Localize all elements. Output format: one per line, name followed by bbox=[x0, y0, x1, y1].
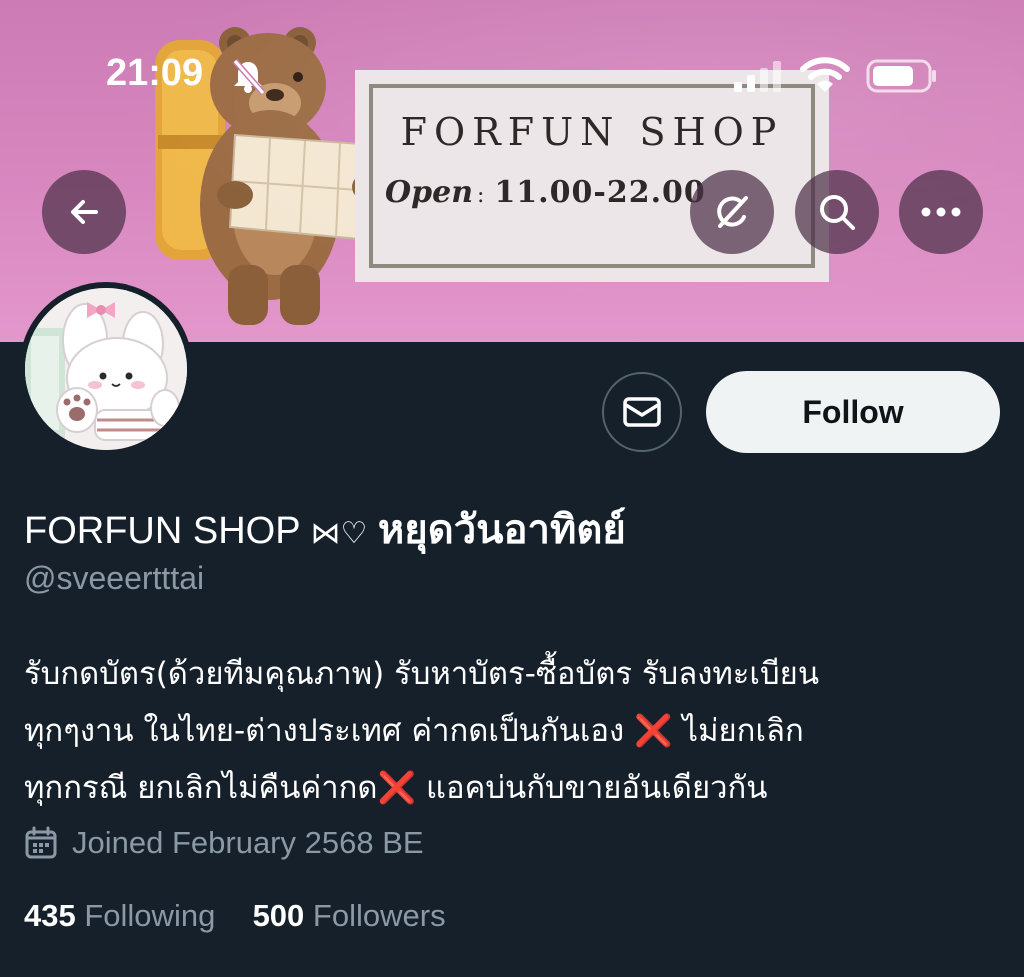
display-name: FORFUN SHOP ⋈♡ หยุดวันอาทิตย์ bbox=[24, 497, 626, 561]
arrow-left-icon bbox=[71, 200, 98, 224]
following-label: Following bbox=[84, 898, 216, 933]
follow-button[interactable]: Follow bbox=[706, 371, 1000, 453]
sign-colon: : bbox=[477, 183, 485, 208]
back-button[interactable] bbox=[42, 170, 126, 254]
shop-sign: FORFUN SHOP Open:11.00-22.00 bbox=[355, 70, 829, 282]
display-name-decor: ⋈♡ bbox=[310, 517, 368, 550]
following-count: 435 bbox=[24, 898, 76, 933]
avatar[interactable] bbox=[19, 282, 193, 456]
sign-title: FORFUN SHOP bbox=[400, 110, 784, 154]
joined-date: Joined February 2568 BE bbox=[24, 825, 424, 861]
followers-count: 500 bbox=[252, 898, 305, 933]
message-button[interactable] bbox=[602, 372, 682, 452]
grok-button[interactable] bbox=[690, 170, 774, 254]
bio-line-1: รับกดบัตร(ด้วยทีมคุณภาพ) รับหาบัตร-ซื้อบ… bbox=[24, 656, 820, 692]
cellular-signal-icon bbox=[734, 61, 781, 92]
more-button[interactable] bbox=[899, 170, 983, 254]
followers-label: Followers bbox=[312, 898, 446, 933]
bell-slash-icon bbox=[232, 59, 266, 95]
search-button[interactable] bbox=[795, 170, 879, 254]
battery-icon bbox=[866, 59, 936, 93]
grok-icon bbox=[717, 196, 748, 228]
search-icon bbox=[820, 195, 855, 230]
username-handle: @sveeertttai bbox=[24, 560, 205, 596]
profile-bio: รับกดบัตร(ด้วยทีมคุณภาพ) รับหาบัตร-ซื้อบ… bbox=[24, 646, 1004, 817]
wifi-icon bbox=[800, 57, 850, 92]
sign-hours: Open:11.00-22.00 bbox=[385, 175, 706, 210]
envelope-icon bbox=[623, 397, 661, 427]
more-horizontal-icon bbox=[921, 207, 961, 217]
display-name-thai: หยุดวันอาทิตย์ bbox=[377, 507, 626, 553]
following-link[interactable]: 435 Following bbox=[24, 898, 224, 933]
bio-line-3: ทุกกรณี ยกเลิกไม่คืนค่ากด❌ แอคบ่นกับขายอ… bbox=[24, 770, 768, 806]
bio-line-2: ทุกๆงาน ในไทย-ต่างประเทศ ค่ากดเป็นกันเอง… bbox=[24, 713, 804, 749]
display-name-text: FORFUN SHOP bbox=[24, 510, 300, 552]
follow-stats: 435 Following 500 Followers bbox=[24, 898, 446, 934]
sign-open-label: Open bbox=[385, 175, 474, 210]
calendar-icon bbox=[25, 826, 57, 859]
status-time: 21:09 bbox=[106, 52, 204, 94]
bunny-illustration bbox=[25, 288, 187, 450]
sign-time: 11.00-22.00 bbox=[494, 175, 706, 210]
followers-link[interactable]: 500 Followers bbox=[253, 898, 446, 933]
joined-text: Joined February 2568 BE bbox=[72, 825, 424, 860]
avatar-image bbox=[25, 288, 187, 450]
